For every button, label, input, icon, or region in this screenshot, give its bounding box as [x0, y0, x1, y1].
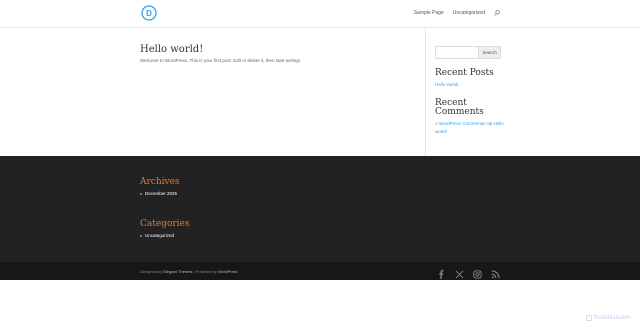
elegant-themes-link[interactable]: Elegant Themes [163, 269, 192, 274]
facebook-icon[interactable] [437, 266, 446, 279]
recent-comments-title-line2: Comments [435, 107, 484, 117]
comment-author-link[interactable]: A WordPress Commenter [435, 121, 486, 126]
footer-widgets: Archives December 2025 Categories Uncate… [0, 156, 640, 262]
svg-text:D: D [146, 9, 152, 18]
category-item[interactable]: Uncategorized [140, 233, 174, 238]
post-excerpt: Welcome to WordPress. This is your first… [140, 58, 301, 63]
archives-title: Archives [140, 177, 180, 187]
divi-logo-icon[interactable]: D [141, 5, 157, 21]
search-button[interactable]: Search [479, 46, 501, 59]
scanmalware-logo-icon [585, 315, 592, 321]
post-title[interactable]: Hello world! [140, 44, 203, 55]
categories-title: Categories [140, 219, 190, 229]
designed-by-text: Designed by [140, 269, 163, 274]
archive-item-label[interactable]: December 2025 [145, 191, 177, 196]
instagram-icon[interactable] [473, 266, 482, 279]
recent-post-link[interactable]: Hello world! [435, 81, 459, 89]
footer-credits: Designed by Elegant Themes | Powered by … [140, 269, 238, 274]
sidebar-divider [425, 27, 426, 156]
wordpress-link[interactable]: WordPress [218, 269, 238, 274]
search-form: Search [435, 46, 501, 59]
category-item-label[interactable]: Uncategorized [145, 233, 174, 238]
nav-item-sample-page[interactable]: Sample Page [414, 10, 444, 16]
nav-item-uncategorized[interactable]: Uncategorized [453, 10, 485, 16]
main-nav: Sample Page Uncategorized [414, 10, 500, 16]
comment-on-text: on [487, 121, 493, 126]
footer-bottom-bar: Designed by Elegant Themes | Powered by … [0, 262, 640, 280]
scanmalware-watermark: ScanMalware [585, 315, 630, 321]
recent-comment-item: A WordPress Commenter on Hello world! [435, 120, 505, 136]
watermark-text: ScanMalware [593, 315, 630, 321]
search-icon[interactable] [494, 10, 500, 16]
powered-by-text: | Powered by [193, 269, 217, 274]
site-header: D Sample Page Uncategorized [0, 0, 640, 27]
bullet-icon [140, 234, 142, 237]
social-icons [437, 266, 500, 279]
x-icon[interactable] [455, 266, 464, 279]
main-content: Hello world! Welcome to WordPress. This … [0, 27, 640, 156]
search-input[interactable] [435, 46, 479, 59]
archive-item[interactable]: December 2025 [140, 191, 177, 196]
recent-posts-title: Recent Posts [435, 68, 494, 78]
rss-icon[interactable] [491, 266, 500, 279]
bullet-icon [140, 192, 142, 195]
